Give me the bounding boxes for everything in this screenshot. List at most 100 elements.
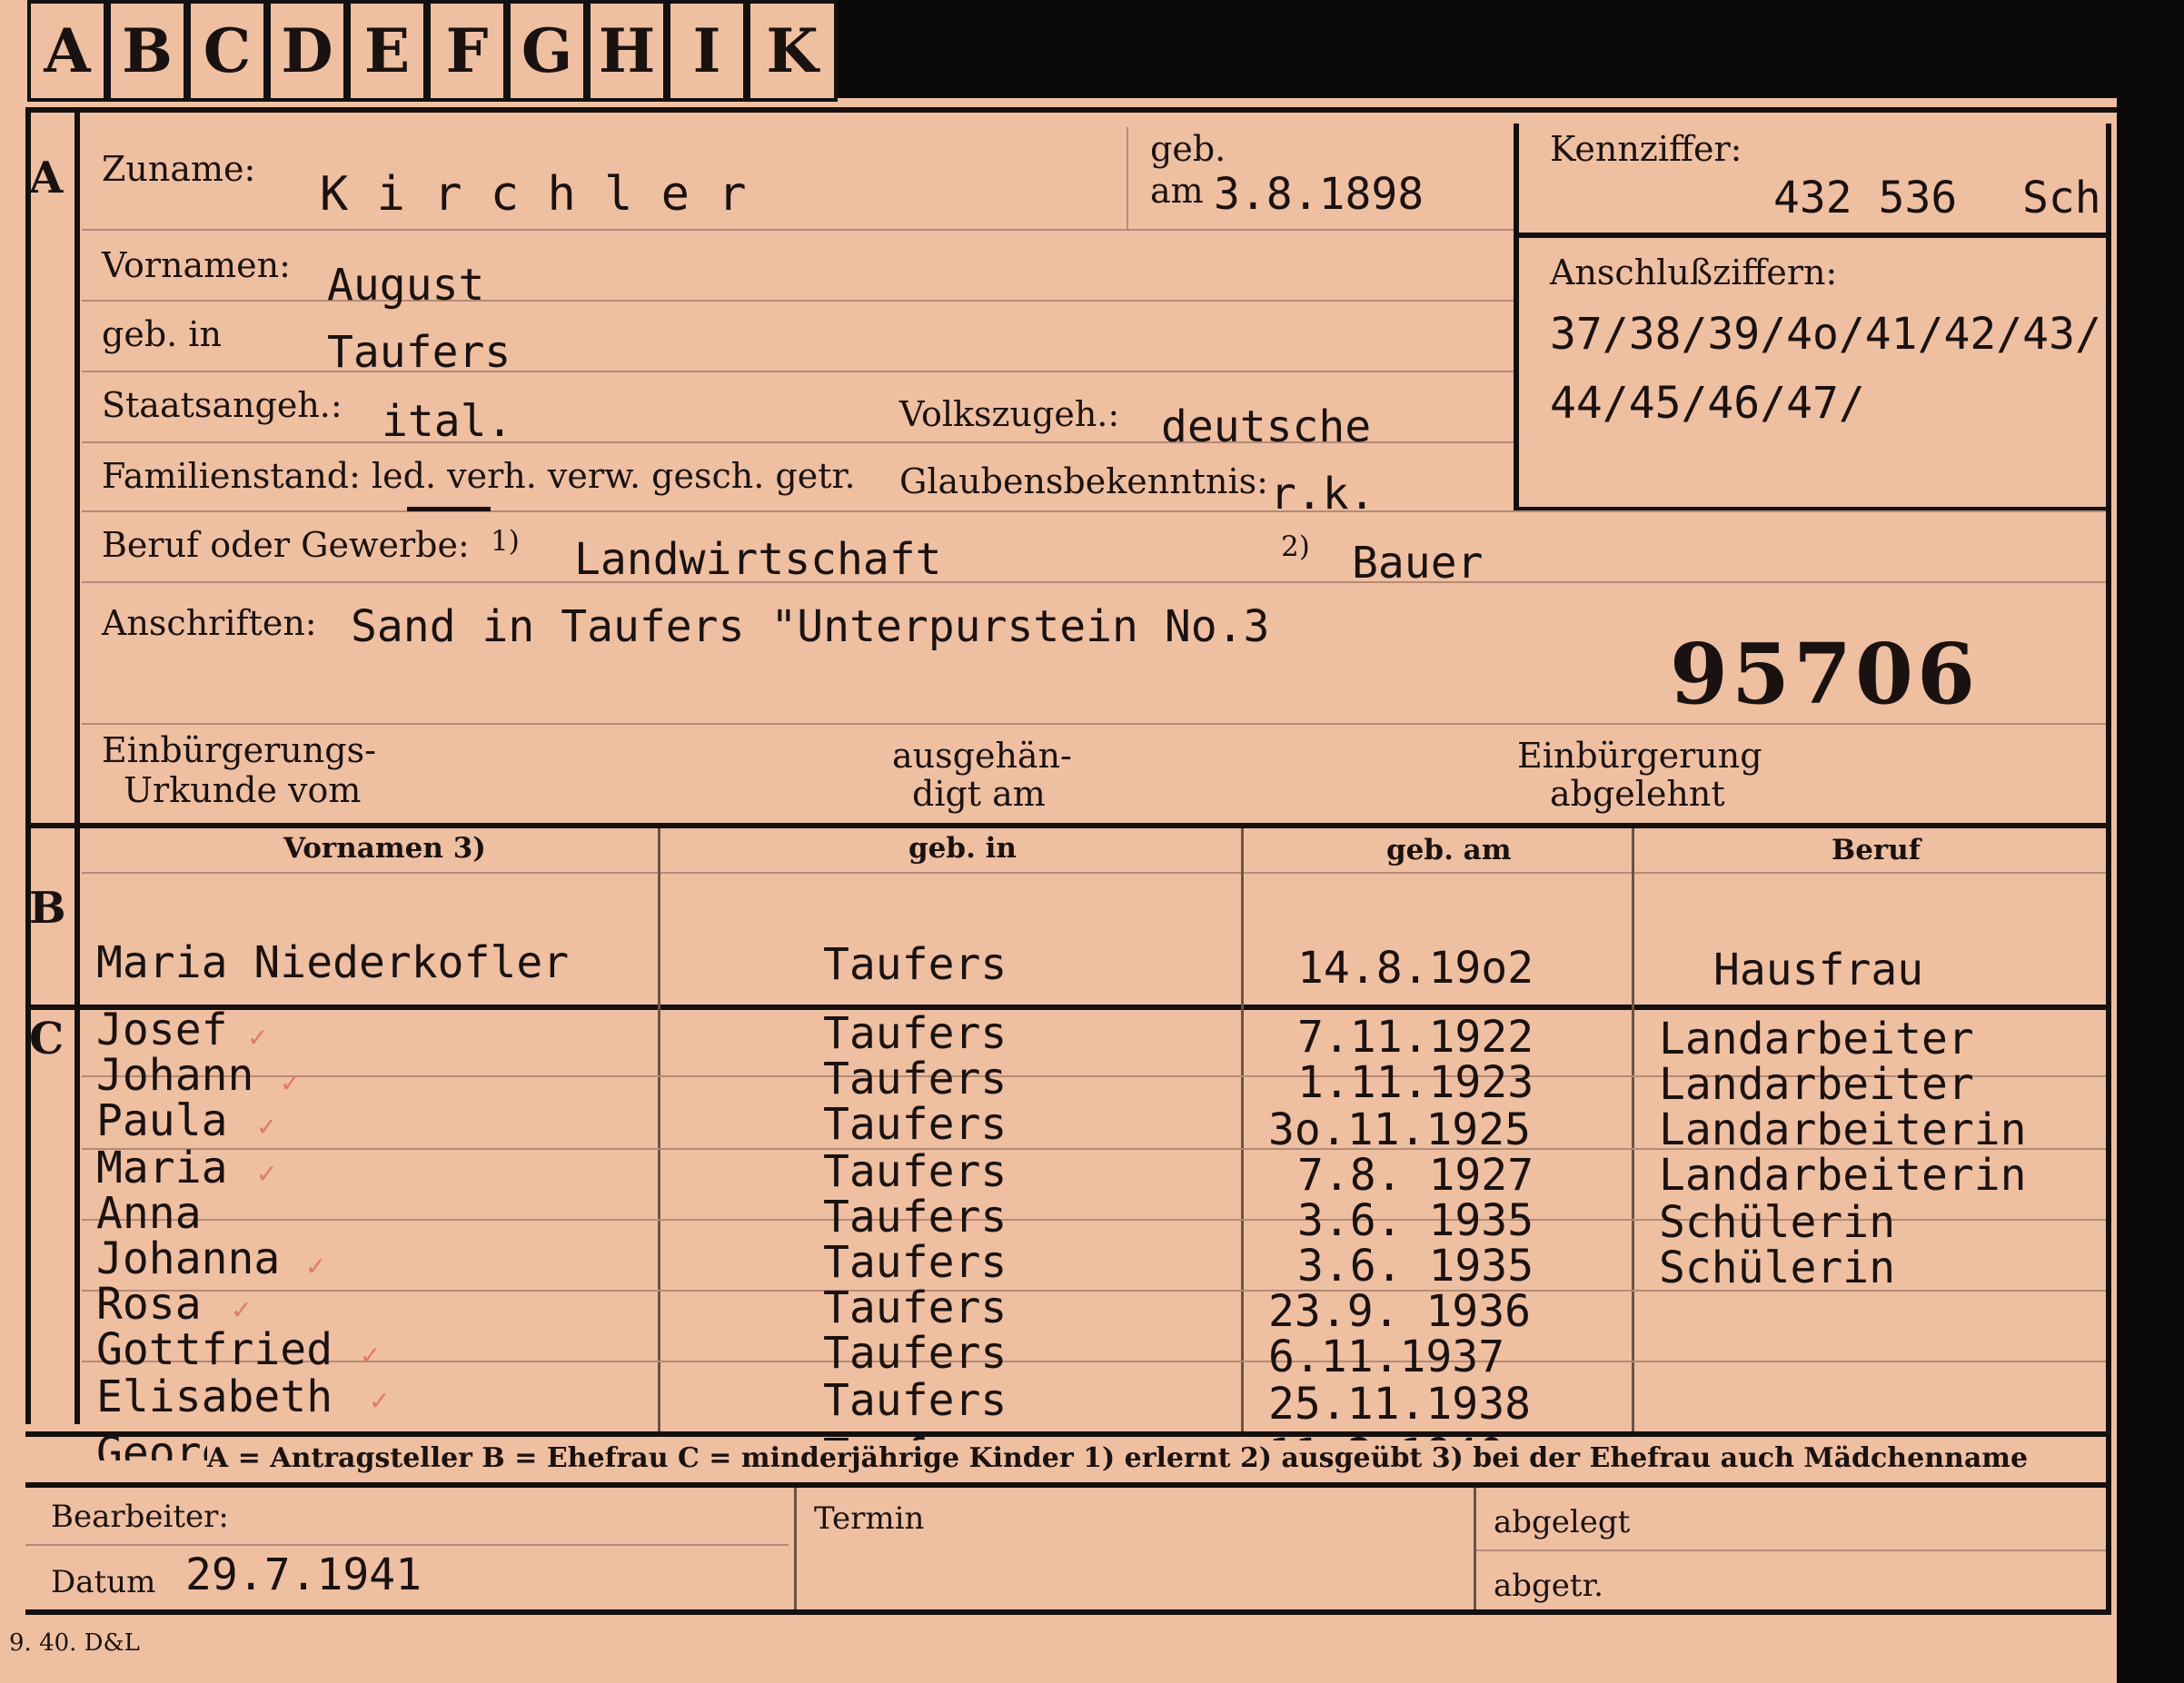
label-bearbeiter: Bearbeiter: (51, 1499, 229, 1535)
card-left-border (25, 107, 31, 1424)
header-geb-am: geb. am (1386, 834, 1512, 866)
rule (82, 371, 1514, 372)
background-right (2117, 0, 2184, 1683)
spouse-geb-in: Taufers (823, 939, 1008, 990)
label-glaubensbekenntnis: Glaubensbekenntnis: (899, 461, 1268, 501)
child-beruf: Landarbeiter (1659, 1059, 1974, 1110)
header-underline (82, 872, 2106, 874)
value-kennziffer-suffix: Sch (2022, 173, 2101, 223)
label-einbuergerungsurkunde-1: Einbürgerungs- (102, 730, 376, 770)
tab-h[interactable]: H (587, 0, 667, 102)
child-geb-in: Taufers (823, 1099, 1008, 1150)
tab-k[interactable]: K (747, 0, 838, 102)
label-ausgehaendigt-1: ausgehän- (892, 736, 1072, 776)
tab-c[interactable]: C (187, 0, 267, 102)
label-geb-in: geb. in (102, 314, 222, 354)
tab-e[interactable]: E (347, 0, 427, 102)
section-c-top (25, 1005, 2111, 1010)
label-geb-am-2: am (1150, 171, 1204, 211)
child-geb-am: 25.11.1938 (1268, 1379, 1531, 1430)
label-kennziffer: Kennziffer: (1550, 129, 1742, 169)
label-volkszugeh: Volkszugeh.: (899, 394, 1120, 434)
label-familienstand: Familienstand: led. verh. verw. gesch. g… (102, 456, 856, 496)
tab-f[interactable]: F (427, 0, 507, 102)
header-beruf: Beruf (1832, 834, 1921, 866)
child-geb-am: 6.11.1937 (1268, 1332, 1505, 1382)
value-volkszugeh: deutsche (1161, 401, 1372, 452)
section-b-top (25, 823, 2111, 828)
label-staatsangeh: Staatsangeh.: (102, 385, 342, 425)
card-bottom-border (25, 1609, 2111, 1615)
footer-rule (1475, 1549, 2106, 1551)
label-anschlussziffern: Anschlußziffern: (1550, 252, 1838, 292)
label-anschriften: Anschriften: (102, 603, 317, 643)
geb-am-divider (1127, 127, 1128, 229)
spouse-vornamen: Maria Niederkofler (96, 937, 570, 988)
child-geb-in: Taufers (823, 1008, 1008, 1059)
value-kennziffer: 432 536 (1773, 173, 1958, 223)
child-beruf: Landarbeiterin (1659, 1150, 2027, 1201)
check-mark-icon: ✓ (369, 1386, 391, 1416)
card-right-border (2106, 124, 2111, 1613)
child-geb-in: Taufers (823, 1146, 1008, 1197)
beruf-footnote-2: 2) (1281, 530, 1310, 563)
legend: A = Antragsteller B = Ehefrau C = minder… (207, 1440, 2097, 1477)
column-divider-3 (1632, 828, 1634, 1431)
rule (82, 510, 2106, 512)
check-mark-icon: ✓ (360, 1341, 382, 1371)
child-vornamen: Johann (96, 1050, 254, 1101)
value-geb-am: 3.8.1898 (1214, 169, 1425, 220)
child-geb-in: Taufers (823, 1375, 1008, 1426)
kennziffer-divider (1514, 233, 2106, 238)
rule (82, 229, 1514, 231)
tab-b[interactable]: B (107, 0, 187, 102)
child-geb-am: 3o.11.1925 (1268, 1104, 1531, 1155)
tab-d[interactable]: D (267, 0, 347, 102)
child-geb-am: 23.9. 1936 (1268, 1286, 1531, 1337)
label-einbuergerung-abgelehnt-1: Einbürgerung (1517, 736, 1762, 776)
label-einbuergerungsurkunde-2: Urkunde vom (124, 770, 362, 810)
value-glaubensbekenntnis: r.k. (1270, 469, 1375, 520)
label-geb-am-1: geb. (1150, 129, 1226, 169)
child-geb-am: 1.11.1923 (1297, 1057, 1534, 1108)
label-einbuergerung-abgelehnt-2: abgelehnt (1550, 774, 1725, 814)
footer-rule (25, 1544, 789, 1546)
spouse-geb-am: 14.8.19o2 (1297, 943, 1534, 994)
child-geb-am: 3.6. 1935 (1297, 1241, 1534, 1292)
child-vornamen: Elisabeth (96, 1371, 333, 1422)
legend-bottom (25, 1482, 2111, 1488)
child-geb-am: 3.6. 1935 (1297, 1195, 1534, 1246)
child-vornamen: Maria (96, 1143, 228, 1193)
beruf-footnote-1: 1) (491, 525, 520, 558)
rule (82, 723, 2106, 725)
child-vornamen: Gottfried (96, 1324, 333, 1375)
child-vornamen: Johanna (96, 1233, 281, 1284)
value-anschrift: Sand in Taufers "Unterpurstein No.3 (351, 601, 1270, 652)
value-vornamen: August (327, 260, 485, 311)
footer-divider-1 (794, 1488, 797, 1611)
child-beruf: Schülerin (1659, 1242, 1896, 1293)
kennziffer-box-left (1514, 124, 1519, 512)
child-beruf: Landarbeiterin (1659, 1104, 2027, 1155)
check-mark-icon: ✓ (305, 1252, 327, 1282)
label-termin: Termin (814, 1500, 925, 1537)
child-beruf: Landarbeiter (1659, 1014, 1974, 1064)
child-vornamen: Josef (96, 1005, 228, 1055)
tab-a[interactable]: A (27, 0, 107, 102)
check-mark-icon: ✓ (247, 1023, 269, 1053)
tab-g[interactable]: G (507, 0, 587, 102)
print-code: 9. 40. D&L (9, 1629, 140, 1657)
child-vornamen: Anna (96, 1188, 202, 1239)
rule (82, 581, 2106, 583)
label-zuname: Zuname: (102, 149, 256, 189)
child-geb-am: 7.11.1922 (1297, 1012, 1534, 1063)
spouse-beruf: Hausfrau (1713, 945, 1924, 995)
section-letter-b: B (29, 883, 66, 934)
child-vornamen: Rosa (96, 1279, 202, 1330)
column-divider-2 (1241, 828, 1244, 1431)
section-letter-c: C (29, 1014, 65, 1064)
tab-i[interactable]: I (667, 0, 747, 102)
left-margin-line (74, 107, 80, 1424)
value-anschlussziffern-2: 44/45/46/47/ (1550, 378, 1865, 429)
check-mark-icon: ✓ (256, 1112, 278, 1142)
